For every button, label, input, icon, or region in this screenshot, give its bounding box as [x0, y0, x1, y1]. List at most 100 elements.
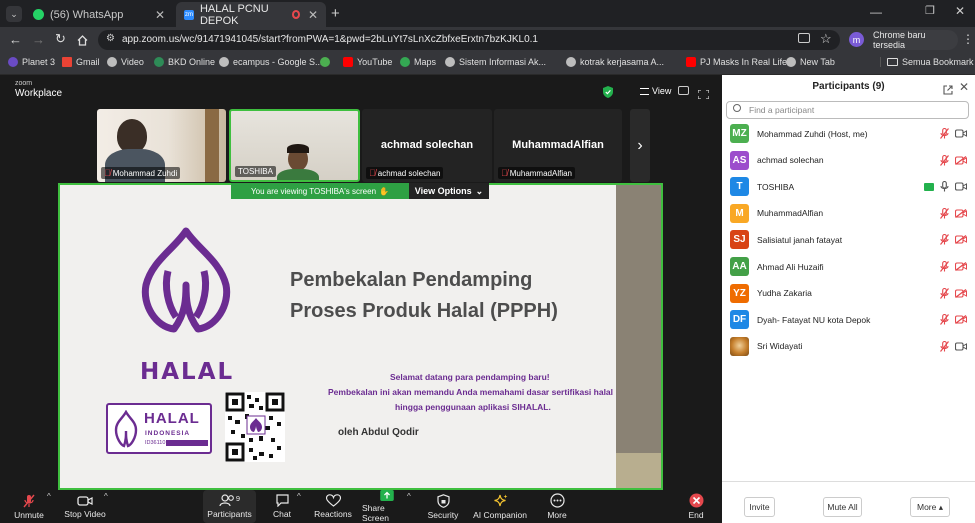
site-info-icon[interactable]: ⚙	[106, 33, 115, 44]
back-icon[interactable]: ←	[9, 32, 22, 47]
cast-icon[interactable]	[798, 33, 810, 43]
new-tab-button[interactable]: +	[331, 5, 340, 22]
ai-companion-button[interactable]: AI Companion	[472, 490, 528, 523]
next-page-chevron-icon[interactable]: ›	[630, 109, 650, 182]
avatar: AA	[730, 257, 749, 276]
fullscreen-icon[interactable]	[697, 86, 710, 100]
view-options-button[interactable]: View Options ⌄	[409, 183, 489, 199]
forward-icon[interactable]: →	[32, 32, 45, 47]
more-button[interactable]: More	[538, 490, 576, 523]
stop-video-button[interactable]: Stop Video	[62, 490, 108, 523]
video-icon[interactable]	[955, 129, 967, 138]
pip-icon[interactable]	[678, 86, 689, 95]
search-placeholder: Find a participant	[749, 105, 815, 115]
browser-menu-icon[interactable]: ⋮	[962, 32, 974, 46]
unmute-button[interactable]: Unmute	[8, 490, 50, 523]
participant-video-tile[interactable]: TOSHIBA	[229, 109, 360, 182]
view-button[interactable]: View	[640, 86, 671, 96]
participant-row[interactable]: DF Dyah- Fatayat NU kota Depok	[722, 306, 975, 333]
video-off-icon[interactable]	[955, 315, 967, 325]
mic-off-icon[interactable]	[940, 207, 949, 219]
participant-name-tile[interactable]: achmad solechan 🎙̸ achmad solechan	[362, 109, 492, 182]
encryption-shield-icon[interactable]	[603, 85, 613, 98]
bookmark-item[interactable]: kotrak kerjasama A...	[566, 57, 664, 67]
video-off-icon[interactable]	[955, 288, 967, 298]
participant-row[interactable]: M MuhammadAlfian	[722, 200, 975, 227]
participant-name-tile[interactable]: MuhammadAlfian 🎙̸ MuhammadAlfian	[494, 109, 622, 182]
all-bookmarks[interactable]: Semua Bookmark	[880, 57, 974, 67]
share-options-chevron-icon[interactable]: ^	[407, 492, 411, 501]
browser-tab-bar: ⌄ (56) WhatsApp ✕ zm HALAL PCNU DEPOK ✕ …	[0, 0, 975, 27]
video-off-icon[interactable]	[955, 262, 967, 271]
participant-row[interactable]: AA Ahmad Ali Huzaifi	[722, 253, 975, 280]
chat-button[interactable]: Chat	[264, 490, 300, 523]
bookmark-item[interactable]: YouTube	[343, 57, 392, 67]
participant-row[interactable]: YZ Yudha Zakaria	[722, 280, 975, 307]
security-button[interactable]: Security	[424, 490, 462, 523]
mic-off-icon[interactable]	[940, 340, 949, 352]
more-options-button[interactable]: More ▴	[910, 497, 950, 517]
home-icon[interactable]	[77, 33, 88, 46]
badge-code-text: ID36110	[145, 440, 166, 446]
mic-off-icon[interactable]	[940, 128, 949, 139]
avatar: MZ	[730, 124, 749, 143]
maximize-button[interactable]: ❐	[925, 4, 935, 17]
participant-row[interactable]: MZ Mohammad Zuhdi (Host, me)	[722, 120, 975, 147]
bookmark-item[interactable]: ecampus - Google S...	[219, 57, 323, 67]
close-icon[interactable]: ✕	[308, 8, 318, 22]
participant-row[interactable]: Sri Widayati	[722, 333, 975, 360]
end-meeting-button[interactable]: End	[680, 490, 712, 523]
video-off-icon[interactable]	[955, 208, 967, 218]
bookmark-item[interactable]	[320, 57, 334, 67]
participant-video-tile[interactable]: 🎙̸ Mohammad Zuhdi	[97, 109, 226, 182]
bookmark-item[interactable]: Video	[107, 57, 144, 67]
url-field[interactable]: ⚙ app.zoom.us/wc/91471941045/start?fromP…	[98, 30, 840, 50]
mic-off-icon[interactable]	[940, 314, 949, 326]
close-panel-icon[interactable]: ✕	[959, 80, 969, 94]
video-icon[interactable]	[955, 342, 967, 351]
invite-button[interactable]: Invite	[744, 497, 775, 517]
mini-halal-logo-icon	[113, 409, 139, 448]
bookmark-star-icon[interactable]: ☆	[820, 31, 832, 47]
shared-screen: HALAL HALAL INDONESIA ID36110 Pembekalan…	[58, 183, 663, 490]
bookmark-item[interactable]: BKD Online	[154, 57, 215, 67]
mic-off-icon[interactable]	[940, 234, 949, 246]
tab-search-icon[interactable]: ⌄	[6, 6, 22, 22]
pop-out-icon[interactable]	[943, 82, 953, 95]
participant-row[interactable]: AS achmad solechan	[722, 147, 975, 174]
reload-icon[interactable]: ↻	[55, 31, 66, 47]
participant-row[interactable]: T TOSHIBA	[722, 173, 975, 200]
participants-button[interactable]: 9 Participants	[203, 490, 256, 523]
video-icon[interactable]	[955, 182, 967, 191]
tab-whatsapp[interactable]: (56) WhatsApp ✕	[25, 2, 173, 27]
bookmark-item[interactable]: PJ Masks In Real Life...	[686, 57, 795, 67]
bookmark-item[interactable]: Gmail	[62, 57, 100, 67]
mic-off-icon[interactable]	[940, 154, 949, 166]
mute-all-button[interactable]: Mute All	[823, 497, 862, 517]
close-icon[interactable]: ✕	[155, 8, 165, 22]
chrome-update-button[interactable]: Chrome baru tersedia	[873, 30, 958, 50]
share-screen-button[interactable]: Share Screen	[362, 490, 412, 523]
mic-off-icon[interactable]	[940, 287, 949, 299]
profile-avatar[interactable]: m	[849, 32, 864, 47]
reactions-button[interactable]: Reactions	[313, 490, 353, 523]
audio-options-chevron-icon[interactable]: ^	[47, 492, 51, 501]
chat-options-chevron-icon[interactable]: ^	[297, 492, 301, 501]
participant-row[interactable]: SJ Salisiatul janah fatayat	[722, 226, 975, 253]
video-off-icon[interactable]	[955, 155, 967, 165]
window-close-button[interactable]: ✕	[955, 4, 965, 18]
mic-off-icon[interactable]	[940, 261, 949, 272]
mic-icon[interactable]	[940, 181, 949, 192]
participant-search-input[interactable]: Find a participant	[726, 101, 969, 119]
bookmark-item[interactable]: Sistem Informasi Ak...	[445, 57, 546, 67]
tile-name-label: 🎙̸ achmad solechan	[366, 167, 444, 179]
bookmark-item[interactable]: Planet 3	[8, 57, 55, 67]
halal-logo-icon	[134, 225, 238, 335]
video-options-chevron-icon[interactable]: ^	[104, 492, 108, 501]
video-off-icon[interactable]	[955, 235, 967, 245]
bookmark-item[interactable]: New Tab	[786, 57, 835, 67]
bookmark-item[interactable]: Maps	[400, 57, 436, 67]
share-screen-icon	[380, 490, 394, 501]
minimize-button[interactable]: —	[870, 5, 882, 19]
tab-halal-pcnu[interactable]: zm HALAL PCNU DEPOK ✕	[176, 2, 326, 27]
